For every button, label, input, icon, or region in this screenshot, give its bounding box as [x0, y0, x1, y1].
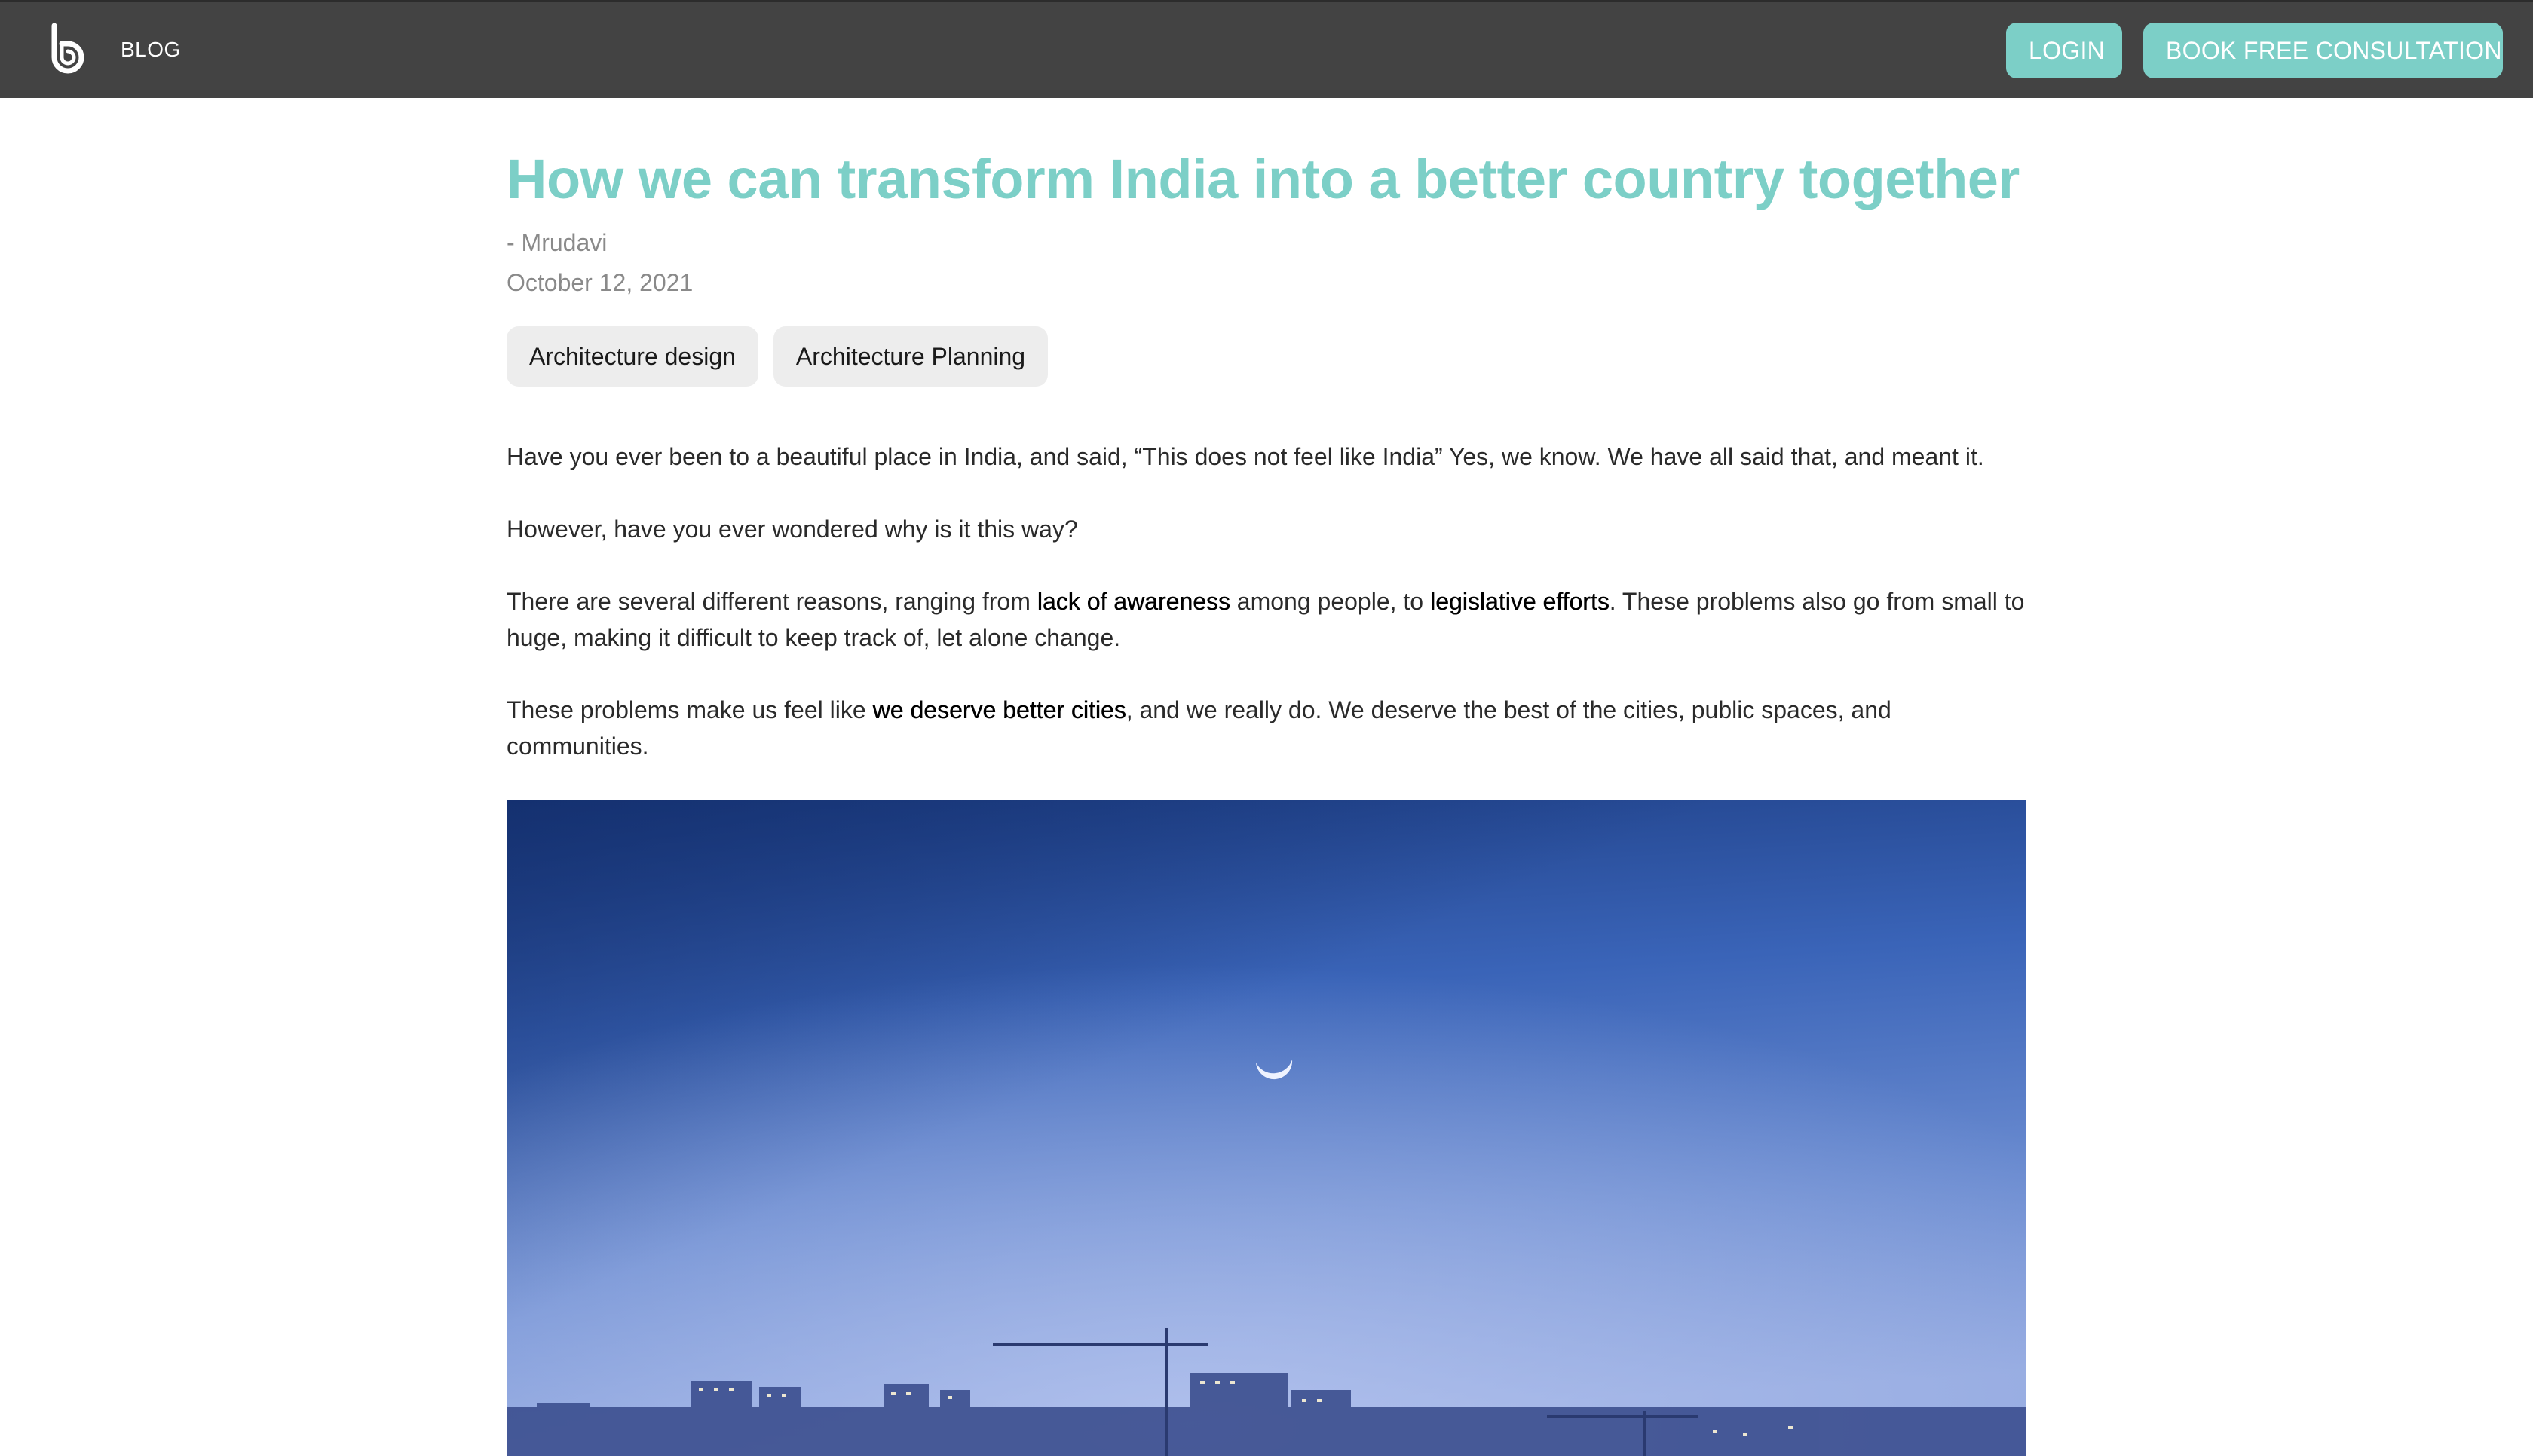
- book-consultation-button[interactable]: BOOK FREE CONSULTATION: [2143, 23, 2503, 78]
- paragraph-reasons: There are several different reasons, ran…: [507, 583, 2026, 656]
- paragraph-text: There are several different reasons, ran…: [507, 588, 1037, 615]
- nav-link-blog[interactable]: BLOG: [121, 35, 181, 65]
- tag-list: Architecture design Architecture Plannin…: [507, 326, 1049, 387]
- paragraph-intro: Have you ever been to a beautiful place …: [507, 443, 1984, 470]
- paragraph-better-cities: These problems make us feel like we dese…: [507, 692, 2026, 764]
- tag-architecture-design[interactable]: Architecture design: [507, 326, 758, 387]
- brand-logo-icon[interactable]: [45, 23, 87, 77]
- highlight-legislative-efforts: legislative efforts: [1429, 588, 1610, 615]
- paragraph-text: among people, to: [1230, 588, 1430, 615]
- tag-architecture-planning[interactable]: Architecture Planning: [773, 326, 1049, 387]
- top-navigation-bar: BLOG LOGIN BOOK FREE CONSULTATION: [0, 0, 2533, 98]
- city-skyline-at-dusk-with-crescent-moon-image: [507, 800, 2026, 1456]
- article-date: October 12, 2021: [507, 269, 694, 296]
- article-author: - Mrudavi: [507, 229, 608, 256]
- highlight-better-cities: we deserve better cities: [872, 696, 1126, 723]
- login-button[interactable]: LOGIN: [2006, 23, 2122, 78]
- paragraph-text: These problems make us feel like: [507, 696, 873, 723]
- paragraph-question: However, have you ever wondered why is i…: [507, 515, 1078, 543]
- highlight-lack-of-awareness: lack of awareness: [1037, 588, 1230, 615]
- article-title: How we can transform India into a better…: [507, 148, 2020, 210]
